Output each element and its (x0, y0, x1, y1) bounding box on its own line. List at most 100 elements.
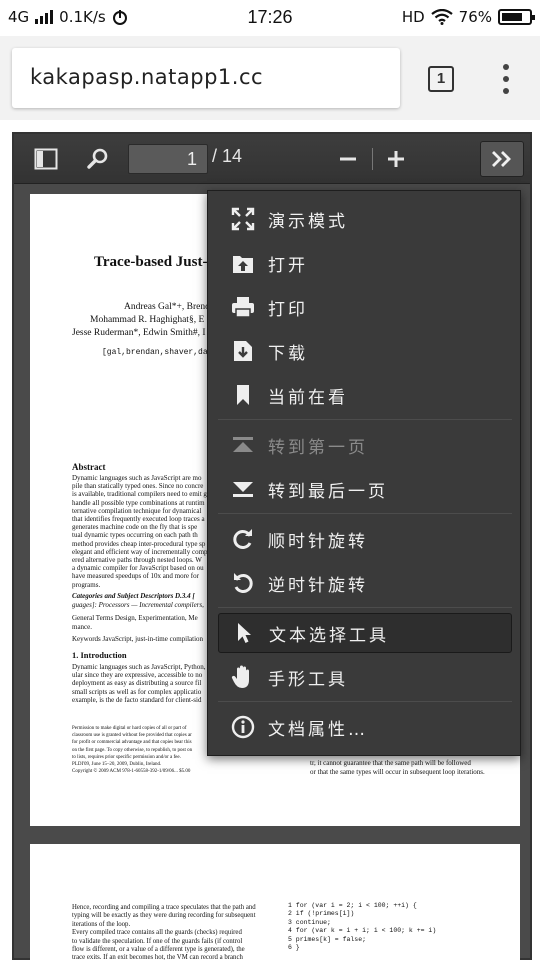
code-line: 6 } (288, 944, 300, 951)
page-total: / 14 (212, 146, 243, 166)
menu-item-download[interactable]: 下载 (218, 331, 512, 371)
code-line: 3 continue; (288, 918, 331, 926)
footnote-line: PLDI'09, June 15–20, 2009, Dublin, Irela… (72, 762, 162, 767)
intro-line: ular since they are expressive, accessib… (72, 671, 203, 680)
menu-item-last-page[interactable]: 转到最后一页 (218, 469, 512, 509)
page2-text-line: typing will be exactly as they were duri… (72, 912, 256, 920)
intro-line: example, is the de facto standard for cl… (72, 695, 202, 704)
paper-title: Trace-based Just-i (94, 254, 212, 270)
categories-line: guages]: Processors — Incremental compil… (72, 601, 204, 609)
abstract-line: ternative compilation technique for dyna… (72, 506, 202, 515)
abstract-heading: Abstract (72, 462, 106, 472)
menu-item-hand-tool[interactable]: 手形工具 (218, 657, 512, 697)
abstract-line: ered alternative paths through nested lo… (72, 556, 202, 564)
right-column-text: or that the same types will occur in sub… (310, 768, 485, 776)
cursor-icon (229, 618, 259, 648)
code-line: 5 primes[k] = false; (288, 935, 367, 943)
menu-item-label: 手形工具 (268, 669, 348, 690)
footnote-line: on the first page. To copy otherwise, to… (72, 747, 193, 753)
tab-switcher-button[interactable]: 1 (428, 66, 454, 92)
status-right: HD 76% (401, 8, 535, 26)
menu-item-label: 打印 (268, 299, 308, 320)
zoom-in-icon[interactable] (380, 143, 412, 175)
abstract-line: method provides cheap inter-procedural t… (72, 539, 206, 548)
menu-item-document-properties[interactable]: 文档属性… (218, 707, 512, 747)
tools-menu-button[interactable] (480, 141, 524, 177)
sidebar-toggle-icon[interactable] (30, 143, 62, 175)
battery-percent: 76% (458, 8, 492, 26)
intro-line: deployment as easy as distributing a sou… (72, 679, 202, 688)
menu-item-presentation-mode[interactable]: 演示模式 (218, 199, 512, 239)
menu-item-label: 文档属性… (268, 719, 368, 740)
wifi-icon (430, 9, 453, 25)
last-page-icon (228, 474, 258, 504)
footnote-line: classroom use is granted without fee pro… (72, 733, 192, 739)
menu-separator (218, 701, 512, 702)
menu-item-open[interactable]: 打开 (218, 243, 512, 283)
printer-icon (228, 292, 258, 322)
menu-item-label: 打开 (268, 255, 308, 276)
fullscreen-icon (228, 204, 258, 234)
abstract-line: Dynamic languages such as JavaScript are… (72, 474, 202, 482)
menu-item-rotate-clockwise[interactable]: 顺时针旋转 (218, 519, 512, 559)
code-line: 2 if (!primes[i]) (288, 910, 355, 918)
right-column-text: tr, it cannot guarantee that the same pa… (310, 759, 471, 767)
abstract-line: have measured speedups of 10x and more f… (72, 572, 199, 581)
page2-text-line: to validate the speculation. If one of t… (72, 937, 243, 945)
abstract-line: tual dynamic types occurring on each pat… (72, 531, 198, 540)
search-icon[interactable] (82, 143, 114, 175)
menu-separator (218, 513, 512, 514)
keywords-line: Keywords JavaScript, just-in-time compil… (72, 635, 204, 643)
document-page-2: Hence, recording and compiling a trace s… (30, 844, 520, 960)
abstract-line: handle all possible type combinations at… (72, 498, 205, 507)
download-icon (228, 336, 258, 366)
menu-item-label: 当前在看 (268, 387, 348, 408)
intro-line: Dynamic languages such as JavaScript, Py… (72, 663, 206, 671)
open-file-icon (228, 248, 258, 278)
abstract-line: is available, traditional compilers need… (72, 490, 207, 499)
hd-indicator: HD (401, 8, 425, 26)
menu-item-print[interactable]: 打印 (218, 287, 512, 327)
page-number-input[interactable]: 1 (128, 144, 208, 174)
abstract-line: programs. (72, 580, 101, 589)
zoom-divider (372, 148, 373, 170)
rotate-cw-icon (228, 524, 258, 554)
abstract-line: elegant and efficient way of incremental… (72, 547, 208, 556)
menu-item-label: 转到最后一页 (268, 481, 388, 502)
menu-item-label: 下载 (268, 343, 308, 364)
rotate-ccw-icon (228, 568, 258, 598)
menu-item-rotate-counterclockwise[interactable]: 逆时针旋转 (218, 563, 512, 603)
double-chevron-icon (492, 151, 511, 167)
status-bar: 4G 0.1K/s 17:26 HD 76% (0, 0, 540, 36)
page2-text-line: trace exits. If an exit becomes hot, the… (72, 954, 243, 960)
abstract-line: a dynamic compiler for JavaScript based … (72, 564, 204, 573)
menu-separator (218, 419, 512, 420)
menu-item-label: 演示模式 (268, 211, 348, 232)
abstract-line: that identifies frequently executed loop… (72, 515, 205, 523)
page2-text-line: flow is different, or a value of a diffe… (72, 946, 245, 953)
footnote-line: to lists, requires prior specific permis… (72, 754, 181, 760)
battery-icon (498, 9, 535, 25)
zoom-out-icon[interactable] (332, 143, 364, 175)
page2-text-line: Every compiled trace contains all the gu… (72, 929, 242, 937)
footnote-line: Permission to make digital or hard copie… (72, 726, 187, 731)
browser-menu-icon[interactable] (500, 64, 512, 94)
general-terms: General Terms Design, Experimentation, M… (72, 614, 198, 622)
menu-item-current-view[interactable]: 当前在看 (218, 375, 512, 415)
browser-toolbar: kakapasp.natapp1.cc 1 (0, 36, 540, 120)
menu-item-label: 顺时针旋转 (268, 531, 368, 552)
general-terms: mance. (72, 623, 93, 631)
categories-line: Categories and Subject Descriptors D.3.4… (72, 592, 195, 600)
menu-item-label: 文本选择工具 (269, 625, 389, 646)
footnote-line: Copyright © 2009 ACM 978-1-60558-392-1/0… (72, 769, 191, 775)
intro-heading: 1. Introduction (72, 650, 127, 660)
url-field[interactable]: kakapasp.natapp1.cc (12, 48, 400, 108)
page2-text-line: iterations of the loop. (72, 920, 131, 928)
code-line: 1 for (var i = 2; i < 100; ++i) { (288, 902, 417, 909)
menu-item-label: 转到第一页 (268, 437, 368, 458)
bookmark-icon (228, 380, 258, 410)
paper-authors: Mohammad R. Haghighat§, E (90, 315, 205, 325)
menu-separator (218, 607, 512, 608)
menu-item-text-selection-tool[interactable]: 文本选择工具 (218, 613, 512, 653)
menu-item-first-page[interactable]: 转到第一页 (218, 425, 512, 465)
